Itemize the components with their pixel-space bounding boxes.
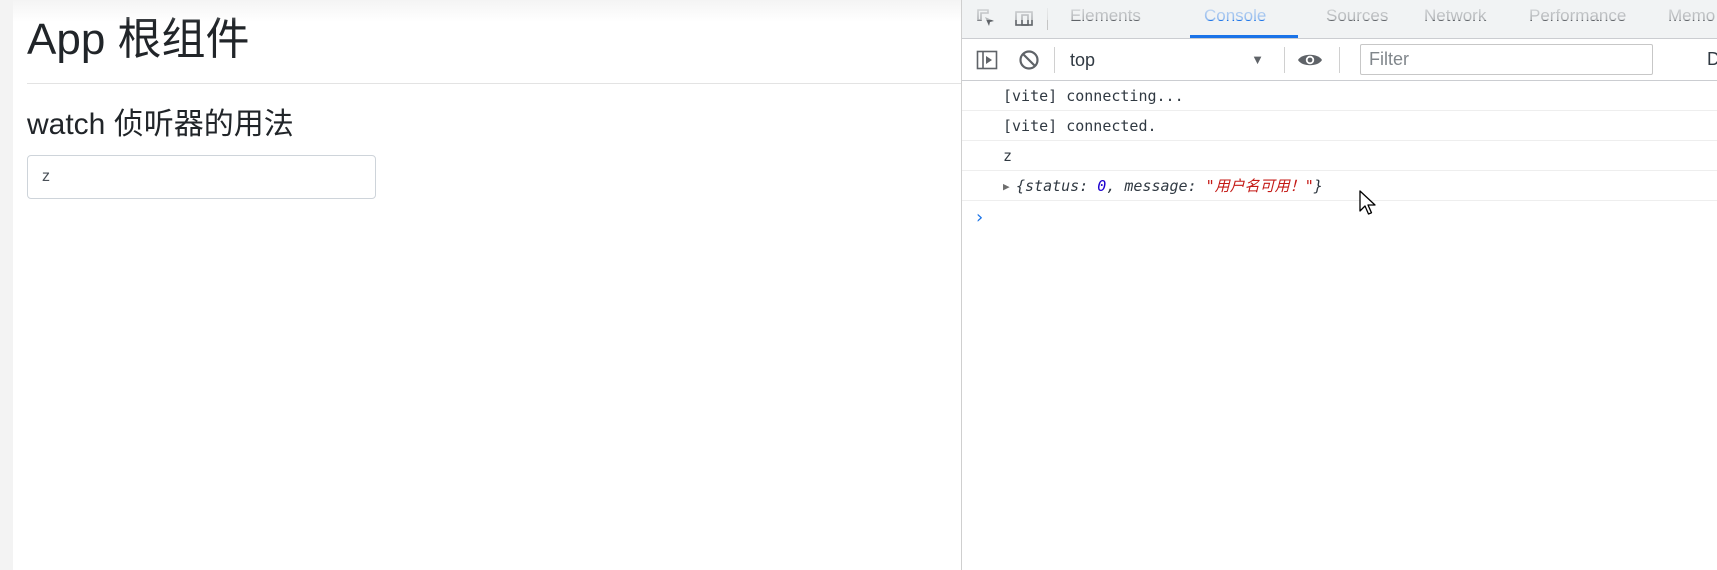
device-toolbar-icon[interactable] xyxy=(1014,8,1034,28)
live-expression-eye-icon[interactable] xyxy=(1297,48,1323,72)
toolbar-separator xyxy=(1284,47,1285,73)
tab-console[interactable]: Console xyxy=(1204,6,1266,26)
mouse-cursor-icon xyxy=(1359,190,1376,215)
execution-context-select[interactable]: top ▼ xyxy=(1070,49,1264,71)
show-sidebar-icon[interactable] xyxy=(974,48,1000,72)
filter-input[interactable] xyxy=(1360,44,1653,75)
devtools-tab-bar: Elements Console Sources Network Perform… xyxy=(962,0,1717,39)
console-prompt-icon[interactable]: › xyxy=(974,207,985,228)
page-gutter xyxy=(0,0,13,570)
console-message-text: z xyxy=(1003,147,1013,165)
console-message: z xyxy=(962,141,1717,171)
tab-memory[interactable]: Memo xyxy=(1668,6,1715,26)
app-page: App 根组件 watch 侦听器的用法 xyxy=(13,0,963,570)
clear-console-icon[interactable] xyxy=(1016,48,1042,72)
toolbar-separator xyxy=(1339,47,1340,73)
console-toolbar: top ▼ D xyxy=(962,39,1717,81)
devtools-panel: Elements Console Sources Network Perform… xyxy=(962,0,1717,570)
chevron-down-icon: ▼ xyxy=(1251,52,1264,67)
console-output: [vite] connecting... [vite] connected. z… xyxy=(962,81,1717,570)
console-object-preview[interactable]: {status: 0, message: "用户名可用！"} xyxy=(1016,177,1323,195)
username-input[interactable] xyxy=(27,155,376,199)
console-message-text: [vite] connected. xyxy=(1003,117,1157,135)
tab-network[interactable]: Network xyxy=(1424,6,1486,26)
console-message: [vite] connecting... xyxy=(962,81,1717,111)
execution-context-label: top xyxy=(1070,50,1096,70)
expand-triangle-icon[interactable]: ▶ xyxy=(1003,180,1010,193)
tab-performance[interactable]: Performance xyxy=(1529,6,1626,26)
active-tab-indicator xyxy=(1190,35,1298,38)
tab-sources[interactable]: Sources xyxy=(1326,6,1388,26)
console-message-text: [vite] connecting... xyxy=(1003,87,1184,105)
section-title: watch 侦听器的用法 xyxy=(27,108,294,141)
default-levels-dropdown[interactable]: D xyxy=(1707,49,1717,70)
console-object-message[interactable]: ▶ {status: 0, message: "用户名可用！"} xyxy=(962,171,1717,201)
title-divider xyxy=(27,83,963,84)
toolbar-separator xyxy=(1054,47,1055,73)
tab-elements[interactable]: Elements xyxy=(1070,6,1141,26)
console-message: [vite] connected. xyxy=(962,111,1717,141)
inspect-element-icon[interactable] xyxy=(976,8,996,28)
app-title: App 根组件 xyxy=(27,15,250,64)
tab-separator xyxy=(1047,8,1048,30)
